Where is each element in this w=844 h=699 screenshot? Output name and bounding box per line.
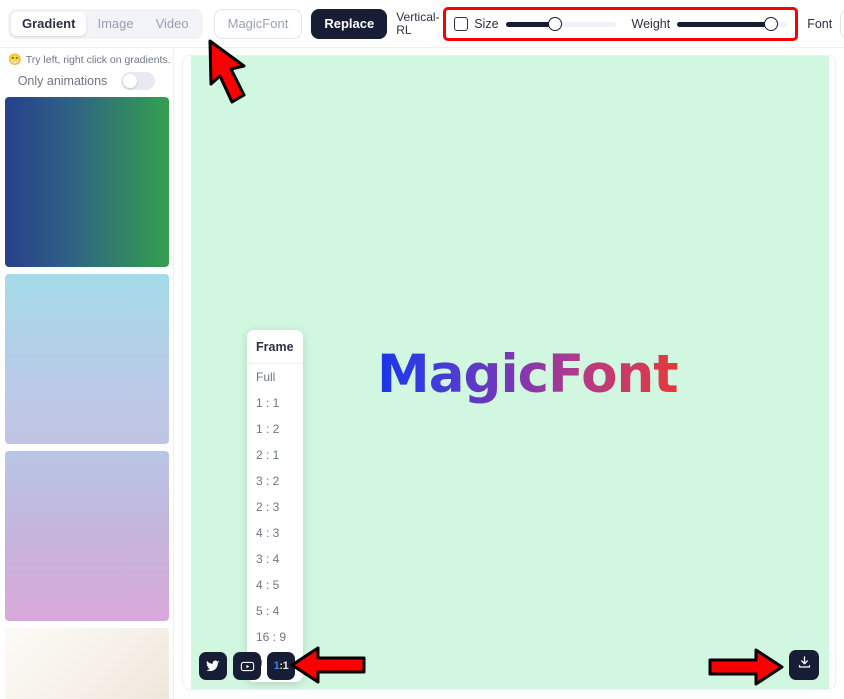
weight-slider-thumb[interactable]: [763, 16, 778, 31]
aspect-ratio-button[interactable]: 1:1: [267, 652, 295, 680]
youtube-share-button[interactable]: [233, 652, 261, 680]
gradient-canvas[interactable]: MagicFont Frame Full 1 : 11 : 22 : 13 : 2…: [191, 56, 829, 689]
youtube-icon: [240, 659, 255, 674]
frame-option-5-4[interactable]: 5 : 4: [247, 598, 303, 624]
gradient-hint: 😁 Try left, right click on gradients.: [0, 48, 173, 68]
canvas-art-text[interactable]: MagicFont: [377, 344, 679, 405]
tab-video[interactable]: Video: [145, 12, 200, 36]
size-slider[interactable]: [505, 16, 616, 32]
app-root: Gradient Image Video MagicFont Replace V…: [0, 0, 844, 699]
gradient-swatch-cream-beige[interactable]: [5, 628, 169, 699]
font-select[interactable]: Arial Black ▾: [840, 8, 844, 39]
tab-gradient[interactable]: Gradient: [11, 11, 87, 36]
frame-option-2-3[interactable]: 2 : 3: [247, 494, 303, 520]
twitter-icon: [206, 659, 220, 673]
magicfont-button[interactable]: MagicFont: [213, 8, 303, 39]
top-toolbar: Gradient Image Video MagicFont Replace V…: [0, 0, 844, 48]
frame-option-3-2[interactable]: 3 : 2: [247, 468, 303, 494]
gradient-swatch-list: [0, 97, 173, 699]
gradient-sidebar: 😁 Try left, right click on gradients. On…: [0, 48, 174, 699]
only-animations-label: Only animations: [17, 74, 108, 88]
aspect-ratio-label: 1:1: [273, 660, 289, 672]
canvas-stage: MagicFont Frame Full 1 : 11 : 22 : 13 : 2…: [174, 48, 844, 699]
replace-button[interactable]: Replace: [311, 8, 388, 39]
only-animations-row: Only animations: [0, 68, 173, 97]
writing-mode-label[interactable]: Vertical-RL: [396, 10, 439, 37]
smiley-icon: 😁: [8, 54, 22, 66]
gradient-swatch-sky-lavender[interactable]: [5, 274, 169, 444]
gradient-hint-text: Try left, right click on gradients.: [25, 53, 171, 66]
weight-label: Weight: [631, 16, 671, 31]
download-icon: [797, 655, 812, 675]
frame-option-4-5[interactable]: 4 : 5: [247, 572, 303, 598]
size-checkbox[interactable]: [454, 16, 469, 31]
canvas-bottom-left-bar: 1:1: [199, 652, 295, 680]
gradient-swatch-blue-green[interactable]: [5, 97, 169, 267]
size-slider-thumb[interactable]: [548, 16, 563, 31]
source-tab-group: Gradient Image Video: [8, 8, 203, 39]
frame-option-16-9[interactable]: 16 : 9: [247, 624, 303, 650]
toggle-knob: [123, 74, 138, 88]
frame-dropdown-panel: Frame Full 1 : 11 : 22 : 13 : 22 : 34 : 3…: [247, 330, 303, 682]
weight-slider[interactable]: [677, 16, 788, 32]
download-button[interactable]: [789, 650, 819, 680]
frame-option-list: Full 1 : 11 : 22 : 13 : 22 : 34 : 33 : 44…: [247, 364, 303, 676]
frame-option-4-3[interactable]: 4 : 3: [247, 520, 303, 546]
size-weight-controls-highlight: Size Weight: [443, 6, 799, 41]
canvas-card: MagicFont Frame Full 1 : 11 : 22 : 13 : 2…: [182, 55, 836, 690]
only-animations-toggle[interactable]: [121, 72, 156, 90]
frame-panel-title: Frame: [247, 334, 303, 364]
frame-option-1-1[interactable]: 1 : 1: [247, 390, 303, 416]
font-label: Font: [807, 16, 833, 31]
tab-image[interactable]: Image: [86, 12, 144, 36]
twitter-share-button[interactable]: [199, 652, 227, 680]
frame-option-2-1[interactable]: 2 : 1: [247, 442, 303, 468]
frame-option-1-2[interactable]: 1 : 2: [247, 416, 303, 442]
frame-option-full[interactable]: Full: [247, 364, 303, 390]
size-label: Size: [474, 16, 499, 31]
weight-slider-fill: [677, 21, 771, 27]
gradient-swatch-lavender-pink[interactable]: [5, 451, 169, 621]
frame-option-3-4[interactable]: 3 : 4: [247, 546, 303, 572]
